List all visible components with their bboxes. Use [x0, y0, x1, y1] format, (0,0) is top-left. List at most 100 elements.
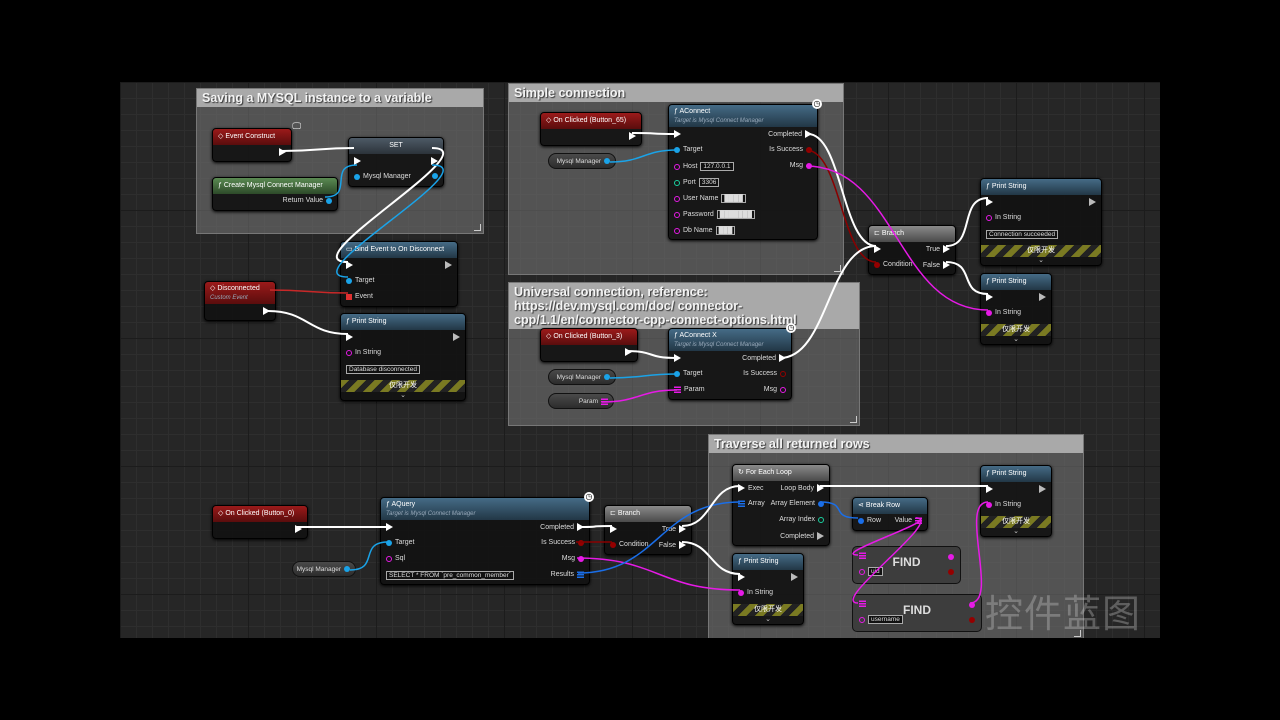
output-pin[interactable]: Completed [540, 523, 584, 531]
input-pin[interactable] [610, 525, 617, 533]
string-pin-icon[interactable] [386, 555, 392, 562]
input-pin[interactable] [674, 354, 681, 362]
node-header[interactable]: ▭ Bind Event to On Disconnect [341, 242, 457, 258]
object-pin-icon[interactable] [432, 173, 438, 179]
int-pin-icon[interactable] [818, 516, 824, 523]
object-pin-icon[interactable] [344, 566, 350, 572]
output-pin[interactable] [625, 348, 632, 356]
pin-value-input[interactable]: SELECT * FROM `pre_common_member` [386, 571, 514, 580]
output-pin[interactable] [432, 173, 438, 179]
node-header[interactable]: ◇ Disconnected Custom Event [205, 282, 275, 304]
bool-pin-icon[interactable] [780, 370, 786, 377]
exec-pin-icon[interactable] [817, 532, 824, 540]
exec-pin-icon[interactable] [817, 484, 824, 492]
resize-grip-icon[interactable] [834, 265, 841, 272]
pin-value-input[interactable]: ███████ [716, 210, 755, 219]
input-pin[interactable]: Target [674, 146, 702, 153]
node-header[interactable]: ⊏ Branch [869, 226, 955, 242]
exec-pin-icon[interactable] [346, 261, 353, 269]
node-header[interactable]: SET [349, 138, 443, 154]
expand-chevron-icon[interactable]: ⌄ [981, 257, 1101, 265]
node-header[interactable]: ◇ On Clicked (Button_3) [541, 329, 637, 345]
object-pin-icon[interactable] [674, 370, 680, 377]
string-pin-icon[interactable] [859, 616, 865, 623]
input-pin[interactable] [674, 130, 681, 138]
node-header[interactable]: ƒ Print String [981, 179, 1101, 195]
bool-pin-icon[interactable] [610, 541, 616, 548]
output-pin[interactable]: Results [551, 571, 584, 578]
exec-pin-icon[interactable] [1039, 485, 1046, 493]
input-pin[interactable]: In String [986, 501, 1021, 508]
input-pin[interactable]: Target [674, 370, 702, 377]
exec-pin-icon[interactable] [674, 354, 681, 362]
output-pin[interactable]: Value [895, 517, 922, 524]
exec-pin-icon[interactable] [354, 157, 361, 165]
output-pin[interactable]: Loop Body [781, 484, 824, 492]
output-pin[interactable]: True [926, 245, 950, 253]
input-pin[interactable] [354, 157, 361, 165]
node-btn3[interactable]: ◇ On Clicked (Button_3) [540, 328, 638, 362]
input-pin[interactable]: Event [346, 293, 373, 300]
node-createMgr[interactable]: ƒ Create Mysql Connect Manager Return Val… [212, 177, 338, 211]
node-header[interactable]: ƒ Print String [733, 554, 803, 570]
string-pin-icon[interactable] [780, 386, 786, 393]
blueprint-graph-canvas[interactable]: Saving a MYSQL instance to a variable Sim… [120, 82, 1160, 638]
node-header[interactable]: ↻ For Each Loop [733, 465, 829, 481]
comment-title[interactable]: Traverse all returned rows [709, 435, 1083, 453]
output-pin[interactable] [629, 132, 636, 140]
find-key-pin[interactable]: username [859, 615, 903, 624]
node-header[interactable]: ƒ AQuery Target is Mysql Connect Manager [381, 498, 589, 520]
object-pin-icon[interactable] [674, 146, 680, 153]
input-pin[interactable]: Port 3306 [674, 178, 720, 187]
input-pin[interactable] [986, 198, 993, 206]
string-pin-icon[interactable] [969, 602, 975, 608]
output-pin[interactable] [1039, 293, 1046, 301]
node-foreach[interactable]: ↻ For Each Loop Exec Loop Body Array Array E… [732, 464, 830, 546]
exec-pin-icon[interactable] [453, 333, 460, 341]
output-pin[interactable] [295, 525, 302, 533]
input-pin[interactable]: Condition [610, 541, 649, 548]
output-pin[interactable]: Is Success [743, 370, 786, 377]
exec-pin-icon[interactable] [986, 485, 993, 493]
array-el-pin-icon[interactable] [818, 500, 824, 507]
output-pin[interactable] [791, 573, 798, 581]
object-pin-icon[interactable] [386, 539, 392, 546]
variable-getter-var4[interactable]: Mysql Manager [292, 561, 356, 577]
input-pin[interactable]: Target [386, 539, 414, 546]
node-header[interactable]: ƒ Print String [981, 466, 1051, 482]
exec-pin-icon[interactable] [1039, 293, 1046, 301]
node-header[interactable]: ◇ On Clicked (Button_65) [541, 113, 641, 129]
exec-pin-icon[interactable] [791, 573, 798, 581]
output-pin[interactable]: Return Value [283, 197, 332, 204]
exec-pin-icon[interactable] [986, 198, 993, 206]
exec-pin-icon[interactable] [779, 354, 786, 362]
output-pin[interactable] [431, 157, 438, 165]
string-pin-icon[interactable] [738, 589, 744, 596]
input-pin[interactable] [386, 523, 393, 531]
node-breakRow[interactable]: ⋖ Break Row Row Value [852, 497, 928, 531]
node-printFalse[interactable]: ƒ Print String In String 仅限开发 ⌄ [732, 553, 804, 625]
map-pin-icon[interactable] [915, 517, 922, 524]
node-disconnected[interactable]: ◇ Disconnected Custom Event [204, 281, 276, 321]
object-pin-icon[interactable] [604, 374, 610, 380]
node-branch2[interactable]: ⊏ Branch True Condition False [604, 505, 692, 555]
variable-getter-var2[interactable]: Mysql Manager [548, 369, 616, 385]
string-pin-icon[interactable] [578, 555, 584, 562]
variable-getter-var3[interactable]: Param [548, 393, 614, 409]
object-pin-icon[interactable] [326, 197, 332, 204]
input-pin[interactable]: Condition [874, 261, 913, 268]
exec-pin-icon[interactable] [346, 333, 353, 341]
expand-chevron-icon[interactable]: ⌄ [981, 336, 1051, 344]
string-pin-icon[interactable] [859, 568, 865, 575]
output-pin[interactable]: Is Success [769, 146, 812, 153]
exec-pin-icon[interactable] [577, 523, 584, 531]
input-pin[interactable]: Mysql Manager [354, 173, 411, 180]
exec-pin-icon[interactable] [679, 541, 686, 549]
expand-chevron-icon[interactable]: ⌄ [733, 616, 803, 624]
find-key-pin[interactable]: uid [859, 567, 883, 576]
node-aconnectx[interactable]: ƒ AConnect X Target is Mysql Connect Mana… [668, 323, 796, 400]
input-pin[interactable]: Sql [386, 555, 405, 562]
output-pin[interactable]: Completed [780, 532, 824, 540]
map-pin-icon[interactable] [859, 600, 866, 607]
node-print1[interactable]: ƒ Print String In String Database disconne… [340, 313, 466, 401]
